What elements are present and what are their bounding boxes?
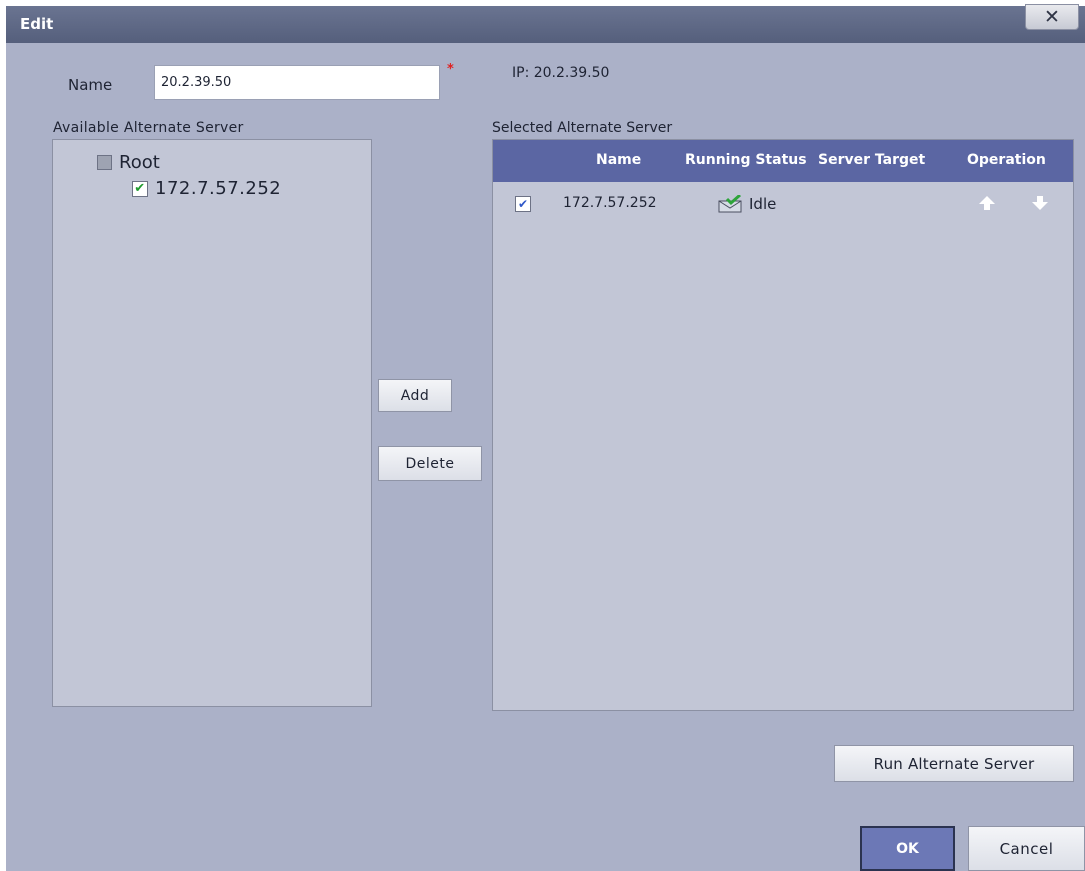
idle-status-icon xyxy=(718,195,742,213)
ok-button[interactable]: OK xyxy=(860,826,955,871)
selected-server-table: Name Running Status Server Target Operat… xyxy=(492,139,1074,711)
add-button[interactable]: Add xyxy=(378,379,452,412)
move-up-icon[interactable] xyxy=(977,193,997,213)
ip-text: IP: 20.2.39.50 xyxy=(512,65,610,81)
close-button[interactable]: ✕ xyxy=(1025,4,1079,30)
available-label: Available Alternate Server xyxy=(53,120,244,136)
tree-node-root[interactable]: Root xyxy=(97,152,160,173)
cancel-button[interactable]: Cancel xyxy=(968,826,1085,871)
selected-label: Selected Alternate Server xyxy=(492,120,673,136)
close-icon: ✕ xyxy=(1044,6,1060,28)
title-bar: Edit xyxy=(6,6,1085,43)
column-name[interactable]: Name xyxy=(596,152,641,168)
column-running-status[interactable]: Running Status xyxy=(685,152,807,168)
name-label: Name xyxy=(68,76,113,94)
server-label: 172.7.57.252 xyxy=(155,178,282,199)
edit-dialog: Edit ✕ Name * IP: 20.2.39.50 Available A… xyxy=(6,4,1085,871)
dialog-title: Edit xyxy=(20,15,54,33)
required-marker: * xyxy=(447,62,454,77)
row-status: Idle xyxy=(749,195,777,213)
available-server-tree: Root ✔ 172.7.57.252 xyxy=(52,139,372,707)
root-label: Root xyxy=(119,152,160,173)
name-input[interactable] xyxy=(154,65,440,100)
column-operation[interactable]: Operation xyxy=(967,152,1046,168)
delete-button[interactable]: Delete xyxy=(378,446,482,481)
column-server-target[interactable]: Server Target xyxy=(818,152,925,168)
table-row[interactable]: ✔ 172.7.57.252 Idle xyxy=(493,190,1073,218)
root-checkbox[interactable] xyxy=(97,155,112,170)
row-checkbox[interactable]: ✔ xyxy=(515,196,531,212)
row-name: 172.7.57.252 xyxy=(563,195,657,211)
server-checkbox[interactable]: ✔ xyxy=(132,180,148,197)
table-header: Name Running Status Server Target Operat… xyxy=(493,140,1073,182)
run-alternate-server-button[interactable]: Run Alternate Server xyxy=(834,745,1074,782)
tree-node-server[interactable]: ✔ 172.7.57.252 xyxy=(132,178,281,199)
move-down-icon[interactable] xyxy=(1030,193,1050,213)
